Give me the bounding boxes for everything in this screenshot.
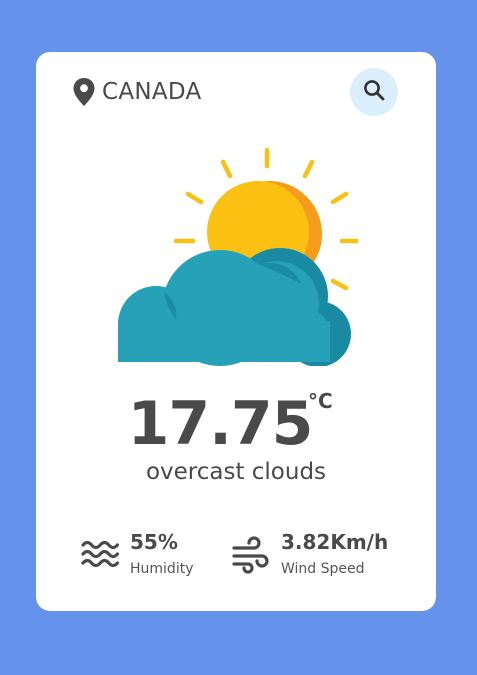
search-icon: [363, 79, 385, 105]
location: CANADA: [73, 76, 202, 108]
wind-icon: [231, 536, 271, 576]
map-pin-icon: [73, 78, 95, 106]
humidity-label: Humidity: [130, 561, 194, 577]
search-button[interactable]: [350, 68, 398, 116]
sun-behind-cloud-icon: [108, 146, 361, 367]
wind-speed-value: 3.82Km/h: [281, 530, 389, 554]
location-name: CANADA: [102, 78, 202, 105]
waves-icon: [80, 536, 120, 576]
wind-stat: 3.82Km/h Wind Speed: [231, 530, 388, 578]
weather-card: CANADA 17.75 °C overcast clouds 55% Humi…: [36, 52, 436, 611]
temperature: 17.75 °C: [36, 389, 436, 454]
temperature-unit: °C: [308, 389, 333, 413]
weather-description: overcast clouds: [145, 459, 327, 485]
temperature-value: 17.75: [127, 389, 314, 459]
humidity-value: 55%: [130, 530, 178, 554]
humidity-stat: 55% Humidity: [80, 530, 193, 578]
wind-speed-label: Wind Speed: [281, 561, 365, 577]
